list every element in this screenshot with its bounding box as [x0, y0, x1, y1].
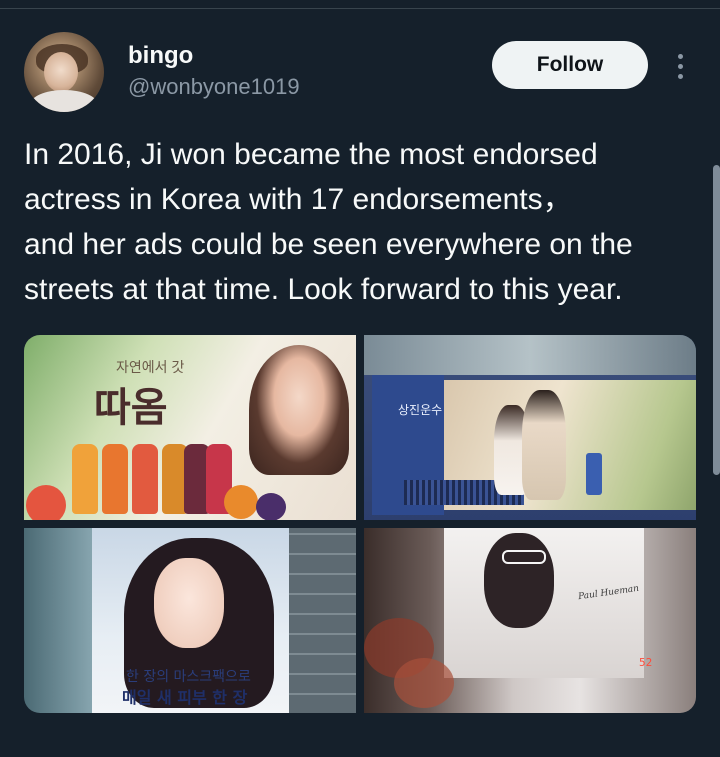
- tweet-text: In 2016, Ji won became the most endorsed…: [24, 132, 704, 312]
- ad-copy-line: 매일 새 피부 한 장: [122, 688, 248, 707]
- ad-model-head: [484, 533, 554, 628]
- tweet-text-line: actress in Korea with 17 endorsements，: [24, 183, 573, 216]
- follow-button[interactable]: Follow: [492, 41, 648, 89]
- top-divider: [0, 8, 720, 9]
- media-grid: 자연에서 갓 따옴 상진운수 한 장의 마스크팩으로 매일 새 피부 한 장 P…: [24, 335, 696, 713]
- fruit: [224, 485, 258, 519]
- user-handle[interactable]: @wonbyone1019: [128, 74, 300, 100]
- ad-header-text: 자연에서 갓: [116, 359, 185, 375]
- juice-bottle: [72, 444, 98, 514]
- ad-product: [586, 453, 602, 495]
- plant: [394, 658, 454, 708]
- avatar-shoulder: [30, 90, 98, 112]
- more-options-icon[interactable]: [668, 50, 692, 82]
- fruit: [256, 493, 286, 520]
- ad-model-face: [154, 558, 224, 648]
- media-image-mask-ad[interactable]: 한 장의 마스크팩으로 매일 새 피부 한 장: [24, 528, 356, 713]
- media-image-bus-ad[interactable]: 상진운수: [364, 335, 696, 520]
- building: [289, 528, 356, 713]
- avatar-face: [44, 52, 78, 92]
- tweet-text-line: In 2016, Ji won became the most endorsed: [24, 138, 598, 171]
- media-image-juice-ad[interactable]: 자연에서 갓 따옴: [24, 335, 356, 520]
- scrollbar-thumb[interactable]: [713, 165, 720, 475]
- display-name[interactable]: bingo: [128, 42, 193, 70]
- tweet-text-line: streets at that time. Look forward to th…: [24, 273, 623, 306]
- avatar[interactable]: [24, 32, 104, 112]
- led-display-text: 52: [639, 656, 653, 669]
- ad-model-figure: [249, 345, 349, 475]
- fruit: [26, 485, 66, 520]
- bus-windows: [364, 335, 696, 375]
- more-dot: [677, 63, 683, 69]
- juice-bottle: [132, 444, 158, 514]
- juice-bottle: [102, 444, 128, 514]
- ad-brand-text: 따옴: [94, 385, 168, 431]
- tweet-text-line: and her ads could be seen everywhere on …: [24, 228, 633, 261]
- ad-person: [522, 390, 566, 500]
- bus-sign-text: 상진운수: [398, 403, 443, 417]
- ad-copy-line: 한 장의 마스크팩으로: [126, 669, 251, 685]
- more-dot: [677, 53, 683, 59]
- media-image-storefront-ad[interactable]: Paul Hueman 52: [364, 528, 696, 713]
- sunglasses: [502, 550, 546, 564]
- more-dot: [677, 73, 683, 79]
